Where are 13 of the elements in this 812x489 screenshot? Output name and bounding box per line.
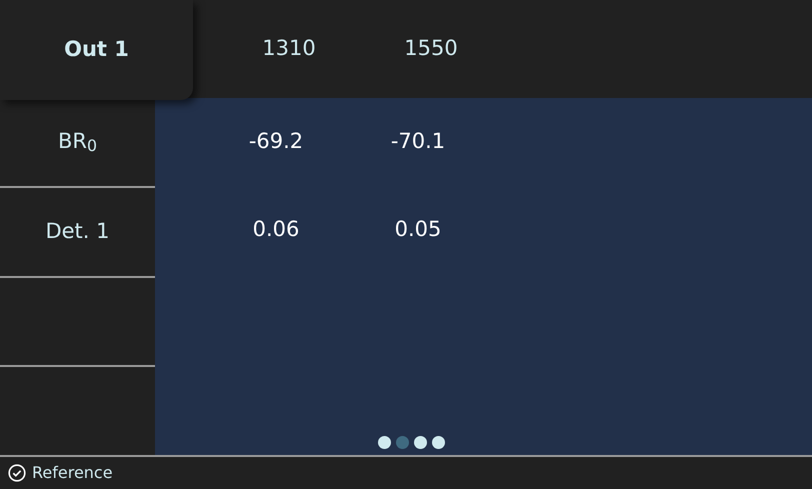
page-dot[interactable] [378,436,391,449]
value-cell-text: -70.1 [390,128,446,156]
page-dot[interactable] [414,436,427,449]
value-cell-text: 0.06 [252,216,300,244]
check-circle-icon [8,464,26,482]
page-dot[interactable] [396,436,409,449]
column-header: 1310 [261,35,317,62]
column-header: 1550 [403,35,459,62]
output-tab[interactable]: Out 1 [0,0,193,100]
status-text: Reference [32,462,113,484]
value-cell-text: 0.05 [394,216,442,244]
page-dot[interactable] [432,436,445,449]
value-cell-text: -69.2 [248,128,304,156]
